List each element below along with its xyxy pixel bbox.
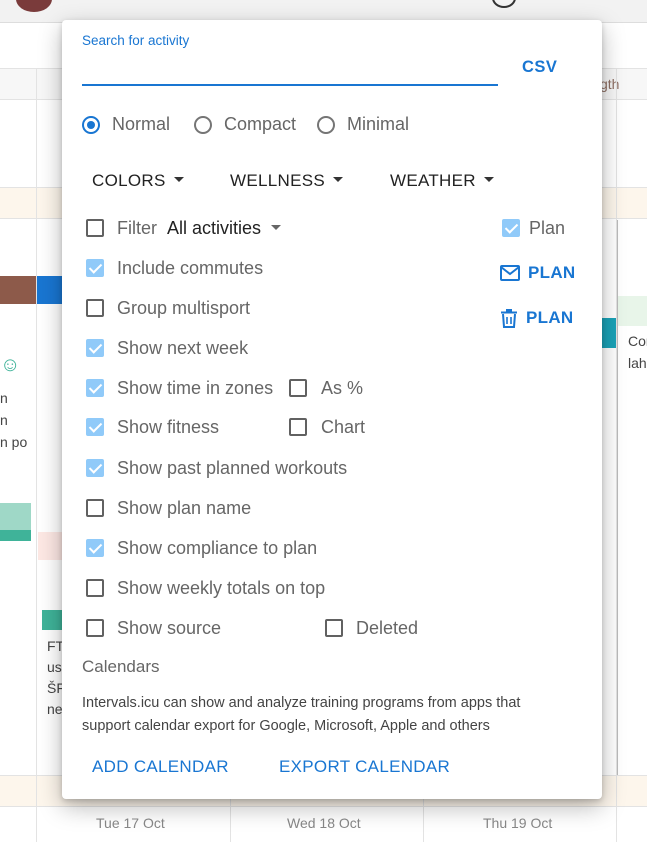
filter-select-value: All activities bbox=[167, 218, 262, 238]
activity-bar bbox=[42, 610, 62, 630]
activity-text: n po bbox=[0, 434, 28, 450]
show-past-planned-label: Show past planned workouts bbox=[117, 458, 348, 478]
deleted-label: Deleted bbox=[356, 618, 419, 638]
group-multisport-label: Group multisport bbox=[117, 298, 251, 318]
delete-plan-label: PLAN bbox=[526, 308, 574, 327]
include-commutes-label: Include commutes bbox=[117, 258, 264, 278]
radio-minimal-indicator[interactable] bbox=[317, 115, 335, 134]
show-compliance-checkbox[interactable] bbox=[86, 539, 104, 557]
bike-planned-icon bbox=[38, 532, 62, 560]
chart-label: Chart bbox=[321, 417, 366, 437]
radio-compact-indicator[interactable] bbox=[194, 115, 212, 134]
include-commutes-checkbox[interactable] bbox=[86, 259, 104, 277]
caret-down-icon bbox=[333, 177, 343, 183]
radio-minimal[interactable]: Minimal bbox=[317, 114, 409, 135]
calendar-options-dialog: Search for activity CSV Normal Compact M… bbox=[62, 20, 602, 799]
show-past-planned-checkbox[interactable] bbox=[86, 459, 104, 477]
filter-checkbox[interactable] bbox=[86, 219, 104, 237]
export-calendar-button[interactable]: EXPORT CALENDAR bbox=[279, 757, 450, 777]
show-plan-name-checkbox[interactable] bbox=[86, 499, 104, 517]
show-next-week-label: Show next week bbox=[117, 338, 249, 358]
radio-compact[interactable]: Compact bbox=[194, 114, 296, 135]
activity-text: lah bbox=[628, 355, 647, 371]
show-time-in-zones-checkbox[interactable] bbox=[86, 379, 104, 397]
day-label: Wed 18 Oct bbox=[287, 815, 361, 831]
email-icon bbox=[500, 265, 520, 281]
email-plan-label: PLAN bbox=[528, 263, 576, 282]
radio-normal[interactable]: Normal bbox=[82, 114, 170, 135]
radio-compact-label: Compact bbox=[224, 114, 297, 134]
caret-down-icon bbox=[173, 177, 184, 183]
add-calendar-button[interactable]: ADD CALENDAR bbox=[92, 757, 229, 777]
filter-select[interactable]: All activities bbox=[167, 218, 282, 239]
smile-icon: ☺ bbox=[0, 354, 21, 376]
plan-checkbox[interactable] bbox=[502, 219, 520, 237]
activity-text: ne bbox=[47, 701, 63, 717]
activity-text: Cor bbox=[628, 333, 647, 349]
caret-down-icon bbox=[483, 177, 494, 183]
show-next-week-checkbox[interactable] bbox=[86, 339, 104, 357]
day-label: Thu 19 Oct bbox=[483, 815, 553, 831]
show-compliance-label: Show compliance to plan bbox=[117, 538, 318, 558]
search-label: Search for activity bbox=[82, 33, 190, 48]
wellness-dropdown[interactable]: WELLNESS bbox=[230, 171, 343, 191]
trash-icon bbox=[501, 308, 517, 328]
calendar-column-divider bbox=[617, 220, 618, 775]
radio-normal-indicator[interactable] bbox=[82, 115, 100, 134]
calendars-description: Intervals.icu can show and analyze train… bbox=[82, 695, 521, 734]
activity-bar bbox=[602, 318, 616, 348]
colors-dropdown-label: COLORS bbox=[92, 171, 166, 190]
show-plan-name-label: Show plan name bbox=[117, 498, 252, 518]
as-percent-label: As % bbox=[321, 378, 364, 398]
radio-minimal-label: Minimal bbox=[347, 114, 410, 134]
email-plan-button[interactable]: PLAN bbox=[500, 263, 575, 283]
group-multisport-checkbox[interactable] bbox=[86, 299, 104, 317]
caret-down-icon bbox=[271, 224, 282, 230]
colors-dropdown[interactable]: COLORS bbox=[92, 171, 184, 191]
activity-bar bbox=[0, 530, 31, 541]
weather-dropdown-label: WEATHER bbox=[390, 171, 476, 190]
radio-normal-label: Normal bbox=[112, 114, 171, 134]
calendars-heading: Calendars bbox=[82, 657, 160, 676]
show-weekly-totals-label: Show weekly totals on top bbox=[117, 578, 326, 598]
activity-text: n bbox=[0, 390, 8, 406]
activity-tile[interactable] bbox=[0, 276, 36, 304]
delete-plan-button[interactable]: PLAN bbox=[500, 308, 573, 328]
activity-text: us bbox=[47, 659, 62, 675]
calendar-column-divider bbox=[36, 68, 37, 842]
filter-label: Filter bbox=[117, 218, 157, 238]
show-source-checkbox[interactable] bbox=[86, 619, 104, 637]
show-fitness-label: Show fitness bbox=[117, 417, 220, 437]
chart-checkbox[interactable] bbox=[289, 418, 307, 436]
bike-activity-icon[interactable] bbox=[37, 276, 63, 304]
as-percent-checkbox[interactable] bbox=[289, 379, 307, 397]
weather-dropdown[interactable]: WEATHER bbox=[390, 171, 494, 191]
strength-activity-icon bbox=[618, 296, 647, 326]
activity-text: n bbox=[0, 412, 8, 428]
deleted-checkbox[interactable] bbox=[325, 619, 343, 637]
show-fitness-checkbox[interactable] bbox=[86, 418, 104, 436]
show-source-label: Show source bbox=[117, 618, 222, 638]
day-label: Tue 17 Oct bbox=[96, 815, 165, 831]
wellness-dropdown-label: WELLNESS bbox=[230, 171, 325, 190]
show-weekly-totals-checkbox[interactable] bbox=[86, 579, 104, 597]
csv-button[interactable]: CSV bbox=[522, 58, 557, 77]
search-input[interactable] bbox=[82, 56, 498, 86]
plan-checkbox-label: Plan bbox=[529, 218, 566, 238]
show-time-in-zones-label: Show time in zones bbox=[117, 378, 274, 398]
